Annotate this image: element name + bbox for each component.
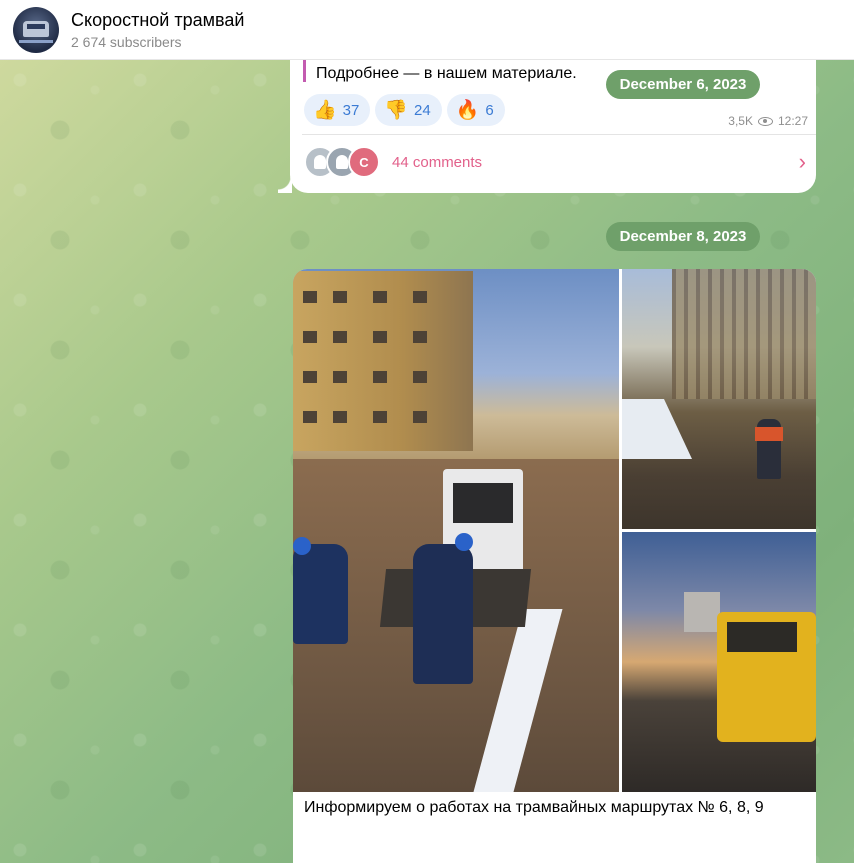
thumbs-up-icon: 👍 [313, 99, 337, 121]
subscriber-count: 2 674 subscribers [71, 33, 182, 50]
channel-header[interactable]: Скоростной трамвай 2 674 subscribers [0, 0, 854, 60]
photo-album [293, 269, 816, 792]
reactions-bar: 👍 37 👎 24 🔥 6 [304, 94, 505, 126]
thumbs-down-icon: 👎 [384, 99, 409, 121]
message-time: 12:27 [777, 114, 808, 128]
ghost-icon [314, 155, 326, 169]
worker [413, 544, 473, 684]
message-text: Подробнее — в нашем материале. [316, 65, 577, 82]
reaction-count: 37 [342, 101, 360, 119]
building [293, 271, 473, 451]
worker [755, 419, 783, 479]
divider [302, 134, 816, 135]
channel-title-block[interactable]: Скоростной трамвай 2 674 subscribers [71, 9, 244, 51]
photo-road-works-main[interactable] [293, 269, 619, 792]
comments-button[interactable]: C 44 comments › [304, 144, 806, 180]
reaction-fire[interactable]: 🔥 6 [446, 94, 505, 126]
reaction-thumbs-down[interactable]: 👎 24 [375, 94, 442, 126]
date-separator: December 6, 2023 [606, 70, 760, 99]
post-caption: Информируем о работах на трамвайных марш… [304, 799, 764, 816]
channel-name: Скоростной трамвай [71, 9, 245, 30]
comments-label: 44 comments [392, 153, 483, 171]
commenter-avatar: C [348, 146, 380, 178]
message-meta: 3,5K 12:27 [728, 114, 808, 128]
reaction-count: 24 [414, 101, 431, 119]
grader [717, 612, 816, 742]
reaction-thumbs-up[interactable]: 👍 37 [304, 94, 371, 126]
worker [293, 544, 348, 644]
photo-road-works-trees[interactable] [622, 269, 816, 529]
ghost-icon [336, 155, 348, 169]
reaction-count: 6 [485, 101, 494, 119]
view-count: 3,5K [728, 114, 753, 128]
channel-avatar[interactable] [13, 6, 59, 53]
chevron-right-icon: › [798, 149, 806, 174]
message-bubble: Информируем о работах на трамвайных марш… [293, 269, 816, 863]
quote-bar [303, 60, 306, 82]
tram-icon [23, 20, 49, 37]
date-separator: December 8, 2023 [606, 222, 760, 251]
photo-road-works-grader[interactable] [622, 532, 816, 792]
eye-icon [757, 116, 773, 126]
fire-icon: 🔥 [455, 99, 480, 121]
